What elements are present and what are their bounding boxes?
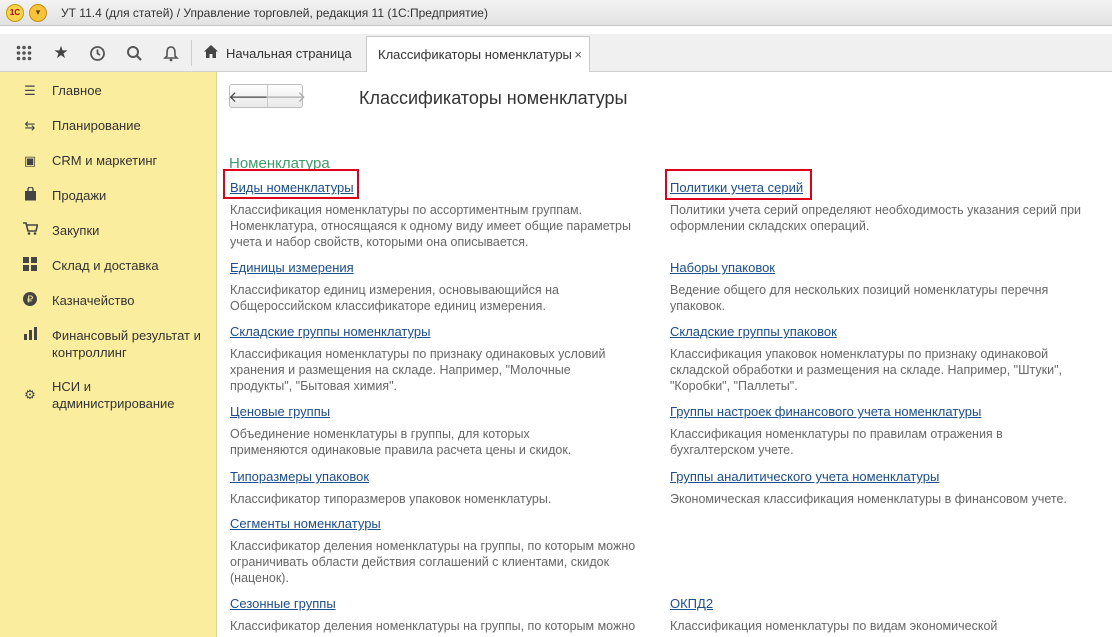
sidebar-item-label: Главное <box>52 83 102 98</box>
list-item: Складские группы упаковок Классификация … <box>670 323 1100 394</box>
list-item: Группы настроек финансового учета номенк… <box>670 403 1100 458</box>
toolbar: ★ Начальная страница Классификаторы номе… <box>0 34 1112 72</box>
sidebar-item-label: Финансовый результат и контроллинг <box>52 328 201 360</box>
list-item: Единицы измерения Классификатор единиц и… <box>230 259 660 314</box>
item-description: Классификатор единиц измерения, основыва… <box>230 283 559 313</box>
arrow-right-icon: 🡒 <box>265 88 307 106</box>
chevron-down-icon: ▾ <box>35 7 41 17</box>
sidebar-item-label: Склад и доставка <box>52 258 159 273</box>
list-item: Складские группы номенклатуры Классифика… <box>230 323 660 394</box>
link-okpd2[interactable]: ОКПД2 <box>670 596 713 612</box>
home-icon <box>204 44 218 62</box>
ruble-icon: ₽ <box>22 292 38 310</box>
link-finance-settings-groups[interactable]: Группы настроек финансового учета номенк… <box>670 404 981 420</box>
list-item: Группы аналитического учета номенклатуры… <box>670 468 1100 507</box>
link-storage-groups[interactable]: Складские группы номенклатуры <box>230 324 430 340</box>
back-button[interactable]: 🡐 <box>228 85 269 107</box>
item-description: Ведение общего для нескольких позиций но… <box>670 283 1049 313</box>
sidebar-item-warehouse[interactable]: Склад и доставка <box>0 257 217 275</box>
list-item: ОКПД2 Классификация номенклатуры по вида… <box>670 595 1100 634</box>
link-price-groups[interactable]: Ценовые группы <box>230 404 330 420</box>
forward-button[interactable]: 🡒 <box>265 85 307 107</box>
sidebar-item-finance[interactable]: Финансовый результат и контроллинг <box>0 327 217 361</box>
sidebar-item-label: Планирование <box>52 118 141 133</box>
search-icon[interactable] <box>116 34 152 72</box>
window-title: УТ 11.4 (для статей) / Управление торгов… <box>61 5 488 20</box>
shopping-bag-icon <box>22 186 38 205</box>
planning-icon: ⇆ <box>24 118 36 133</box>
main-menu-button[interactable]: ▾ <box>29 3 47 22</box>
link-segments[interactable]: Сегменты номенклатуры <box>230 516 381 532</box>
star-icon[interactable]: ★ <box>43 34 79 72</box>
close-icon[interactable]: × <box>574 47 582 62</box>
sidebar-item-admin[interactable]: ⚙ НСИ и администрирование <box>0 378 217 412</box>
sidebar: ☰ Главное ⇆ Планирование ▣ CRM и маркети… <box>0 72 217 637</box>
link-seasonal-groups[interactable]: Сезонные группы <box>230 596 336 612</box>
link-package-sets[interactable]: Наборы упаковок <box>670 260 775 276</box>
tab-home[interactable]: Начальная страница <box>194 34 366 72</box>
link-package-sizes[interactable]: Типоразмеры упаковок <box>230 469 369 485</box>
item-description: Классификация упаковок номенклатуры по п… <box>670 347 1063 393</box>
bell-icon[interactable] <box>153 34 189 72</box>
item-description: Объединение номенклатуры в группы, для к… <box>230 427 572 457</box>
arrow-left-icon: 🡐 <box>228 88 269 106</box>
gear-icon: ⚙ <box>24 387 36 402</box>
link-units[interactable]: Единицы измерения <box>230 260 354 276</box>
sidebar-item-crm[interactable]: ▣ CRM и маркетинг <box>0 152 217 169</box>
highlight-frame <box>223 169 359 199</box>
sidebar-item-sales[interactable]: Продажи <box>0 186 217 205</box>
list-item: Сегменты номенклатуры Классификатор деле… <box>230 515 660 586</box>
menu-lines-icon: ☰ <box>24 83 36 98</box>
highlight-frame <box>665 169 812 200</box>
sidebar-item-purchases[interactable]: Закупки <box>0 222 217 239</box>
item-description: Классификатор деления номенклатуры на гр… <box>230 539 636 585</box>
sidebar-item-label: Казначейство <box>52 293 135 308</box>
item-description: Классификация номенклатуры по правилам о… <box>670 427 1003 457</box>
sidebar-item-treasury[interactable]: ₽ Казначейство <box>0 292 217 310</box>
sidebar-item-label: Закупки <box>52 223 100 238</box>
link-analytic-groups[interactable]: Группы аналитического учета номенклатуры <box>670 469 939 485</box>
sidebar-item-label: Продажи <box>52 188 107 203</box>
toolbar-divider <box>191 40 192 66</box>
sidebar-item-label: CRM и маркетинг <box>52 153 158 168</box>
history-icon[interactable] <box>79 34 115 72</box>
list-item: Сезонные группы Классификатор деления но… <box>230 595 660 634</box>
nav-buttons: 🡐 🡒 <box>228 84 307 108</box>
warehouse-icon <box>22 257 38 275</box>
tab-home-label: Начальная страница <box>226 45 352 61</box>
item-description: Классификатор деления номенклатуры на гр… <box>230 619 636 633</box>
sidebar-item-label: НСИ и администрирование <box>52 379 175 411</box>
list-item: Наборы упаковок Ведение общего для неско… <box>670 259 1100 314</box>
item-description: Политики учета серий определяют необходи… <box>670 203 1082 233</box>
item-description: Классификатор типоразмеров упаковок номе… <box>230 492 552 506</box>
svg-text:₽: ₽ <box>27 295 34 306</box>
item-description: Классификация номенклатуры по признаку о… <box>230 347 606 393</box>
item-description: Классификация номенклатуры по ассортимен… <box>230 203 631 249</box>
crm-icon: ▣ <box>23 153 37 168</box>
bar-chart-icon <box>22 327 38 344</box>
cart-icon <box>22 222 39 239</box>
1c-logo-icon[interactable]: 1С <box>6 3 24 22</box>
tab-classifiers[interactable]: Классификаторы номенклатуры × <box>366 36 590 72</box>
list-item: Ценовые группы Объединение номенклатуры … <box>230 403 660 458</box>
item-description: Экономическая классификация номенклатуры… <box>670 492 1067 506</box>
link-package-storage-groups[interactable]: Складские группы упаковок <box>670 324 837 340</box>
item-description: Классификация номенклатуры по видам экон… <box>670 619 998 633</box>
title-bar: 1С ▾ УТ 11.4 (для статей) / Управление т… <box>0 0 1112 26</box>
list-item: Типоразмеры упаковок Классификатор типор… <box>230 468 660 507</box>
main-content: 🡐 🡒 Классификаторы номенклатуры Номенкла… <box>218 72 1112 637</box>
apps-grid-icon[interactable] <box>6 34 42 72</box>
sidebar-item-main[interactable]: ☰ Главное <box>0 82 217 99</box>
tab-classifiers-label: Классификаторы номенклатуры <box>378 47 572 62</box>
sidebar-item-planning[interactable]: ⇆ Планирование <box>0 117 217 134</box>
page-title: Классификаторы номенклатуры <box>359 88 628 108</box>
